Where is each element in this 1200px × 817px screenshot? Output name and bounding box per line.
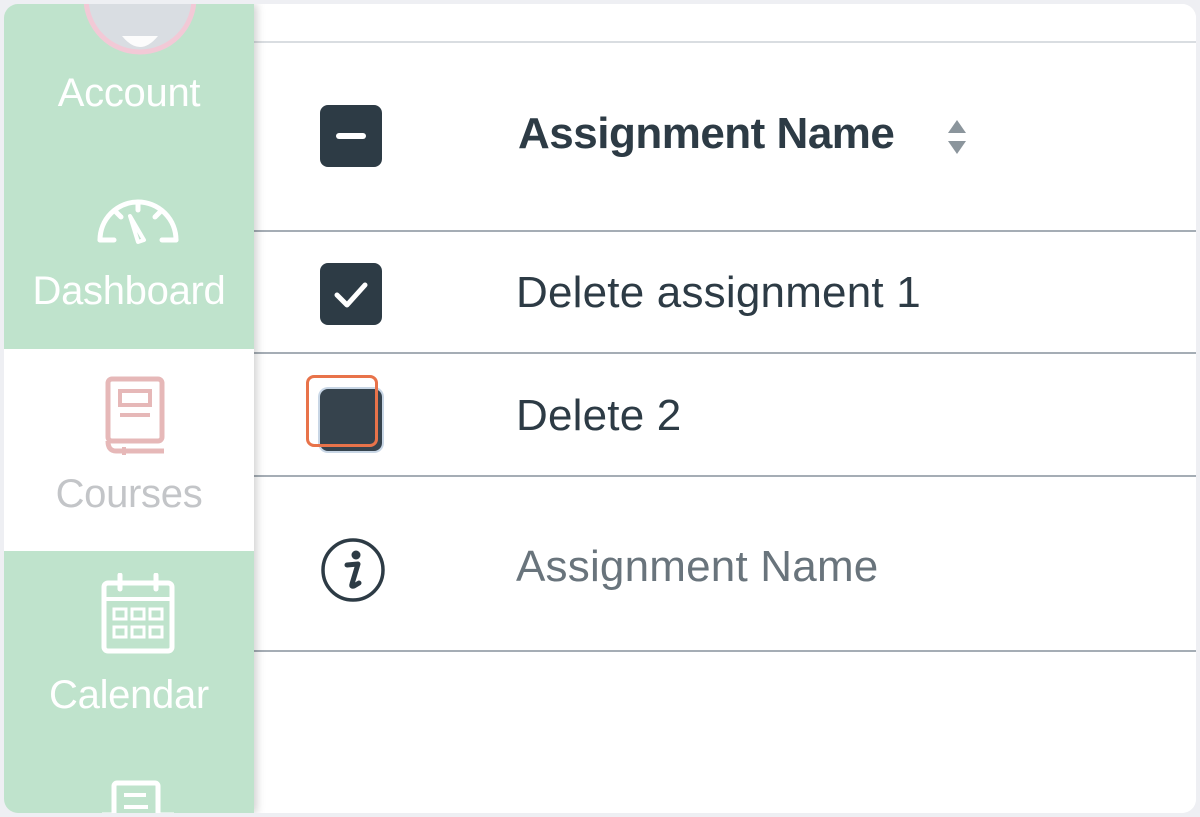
column-header-assignment-name[interactable]: Assignment Name [518,109,895,159]
info-icon [321,538,385,602]
nav-item-courses[interactable]: Courses [4,349,254,551]
divider [254,352,1196,354]
focus-highlight [306,375,378,447]
select-all-checkbox[interactable] [320,105,382,167]
nav-item-dashboard[interactable]: Dashboard [4,164,254,349]
nav-item-account[interactable]: Account [4,4,254,144]
info-row-label: Assignment Name [516,542,879,591]
nav-item-calendar[interactable]: Calendar [4,551,254,751]
inbox-icon [102,780,174,813]
checkmark-icon [334,282,368,308]
nav-label-dashboard: Dashboard [32,269,226,313]
divider [254,475,1196,477]
account-avatar-icon [83,4,197,55]
assignment-name[interactable]: Delete 2 [516,391,681,441]
minus-icon [336,133,366,139]
assignments-table: Assignment Name Delete assignment 1 Dele… [254,4,1196,813]
divider [254,230,1196,232]
nav-label-courses: Courses [55,472,203,516]
divider [254,650,1196,652]
calendar-icon [101,573,175,654]
nav-label-account: Account [57,71,201,115]
assignment-name[interactable]: Delete assignment 1 [516,268,921,318]
courses-book-icon [105,376,165,455]
nav-item-inbox[interactable] [4,751,254,813]
row-checkbox-checked[interactable] [320,263,382,325]
divider [254,41,1196,43]
app-frame: Account Dashboard Courses Calendar Assig… [4,4,1196,813]
dashboard-gauge-icon [97,199,179,244]
sort-up-down-icon[interactable] [946,118,968,156]
nav-label-calendar: Calendar [49,673,209,717]
global-nav-sidebar: Account Dashboard Courses Calendar [4,4,254,813]
